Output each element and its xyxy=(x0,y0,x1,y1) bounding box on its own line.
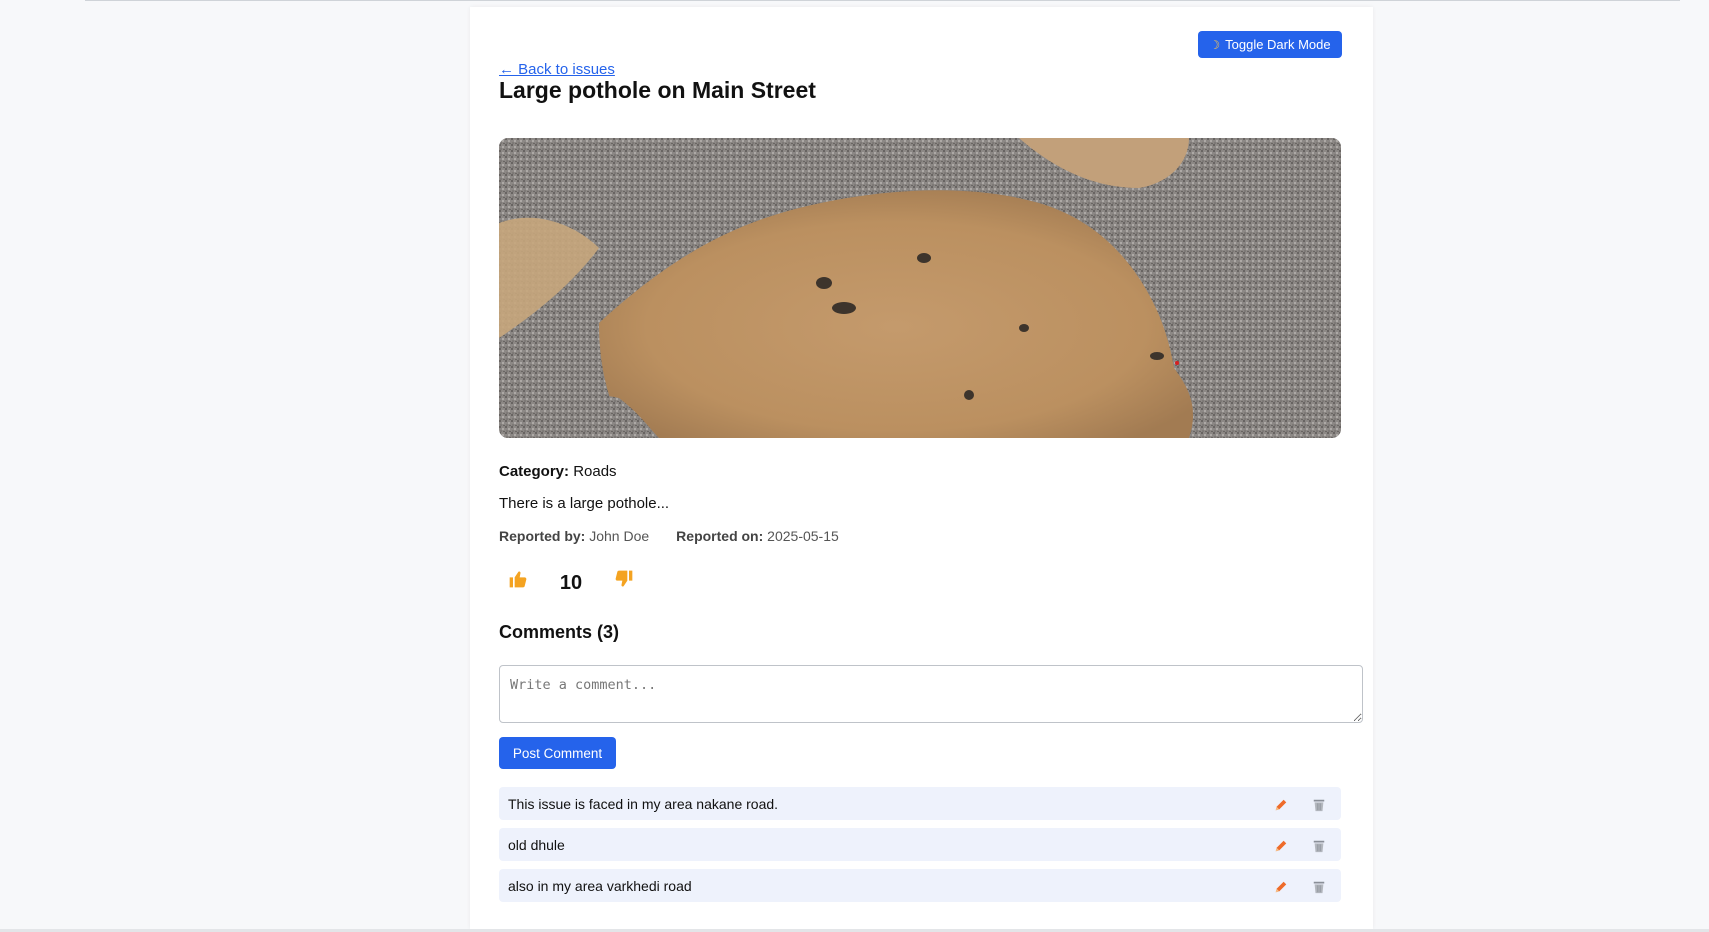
top-divider xyxy=(85,0,1680,1)
moon-icon: ☽ xyxy=(1209,37,1221,52)
vote-count: 10 xyxy=(559,571,583,594)
pencil-icon xyxy=(1275,840,1287,851)
thumbs-up-icon xyxy=(508,571,528,594)
reported-by: Reported by: John Doe xyxy=(499,528,649,544)
comment-text: old dhule xyxy=(508,836,565,853)
delete-comment-button[interactable] xyxy=(1307,794,1331,816)
dark-mode-toggle-label: Toggle Dark Mode xyxy=(1225,37,1331,52)
reported-by-label: Reported by: xyxy=(499,528,586,544)
edit-comment-button[interactable] xyxy=(1269,835,1293,857)
issue-category: Category: Roads xyxy=(499,463,617,480)
comment-actions xyxy=(1269,874,1331,898)
pencil-icon xyxy=(1275,799,1287,810)
comment-text: also in my area varkhedi road xyxy=(508,877,692,894)
thumbs-down-icon xyxy=(614,570,634,594)
comment-item: old dhule xyxy=(499,828,1341,861)
issue-description: There is a large pothole... xyxy=(499,495,670,512)
comment-item: This issue is faced in my area nakane ro… xyxy=(499,787,1341,820)
comments-heading: Comments (3) xyxy=(499,622,620,642)
pencil-icon xyxy=(1275,881,1287,892)
reported-on-label: Reported on: xyxy=(676,528,764,544)
issue-photo xyxy=(499,138,1341,438)
comment-list: This issue is faced in my area nakane ro… xyxy=(499,787,1341,902)
comment-actions xyxy=(1269,792,1331,816)
dark-mode-toggle-button[interactable]: ☽ Toggle Dark Mode xyxy=(1198,31,1342,58)
trash-icon xyxy=(1313,840,1325,852)
reported-on: Reported on: 2025-05-15 xyxy=(676,528,839,544)
delete-comment-button[interactable] xyxy=(1307,876,1331,898)
category-value: Roads xyxy=(573,463,617,480)
comment-text: This issue is faced in my area nakane ro… xyxy=(508,795,779,812)
issue-title: Large pothole on Main Street xyxy=(499,77,816,103)
back-to-issues-link[interactable]: ← Back to issues xyxy=(499,61,615,78)
comment-item: also in my area varkhedi road xyxy=(499,869,1341,902)
downvote-button[interactable] xyxy=(605,565,643,601)
edit-comment-button[interactable] xyxy=(1269,876,1293,898)
comment-actions xyxy=(1269,833,1331,857)
post-comment-button[interactable]: Post Comment xyxy=(499,737,616,769)
issue-meta: Reported by: John Doe Reported on: 2025-… xyxy=(499,528,839,544)
trash-icon xyxy=(1313,799,1325,811)
delete-comment-button[interactable] xyxy=(1307,835,1331,857)
upvote-button[interactable] xyxy=(499,565,537,601)
reported-by-value: John Doe xyxy=(589,528,650,544)
edit-comment-button[interactable] xyxy=(1269,794,1293,816)
vote-controls: 10 xyxy=(499,565,643,601)
category-label: Category: xyxy=(499,463,570,480)
comment-input[interactable] xyxy=(499,665,1363,723)
reported-on-value: 2025-05-15 xyxy=(767,528,839,544)
trash-icon xyxy=(1313,881,1325,893)
issue-detail-card: ☽ Toggle Dark Mode ← Back to issues Larg… xyxy=(470,7,1373,929)
